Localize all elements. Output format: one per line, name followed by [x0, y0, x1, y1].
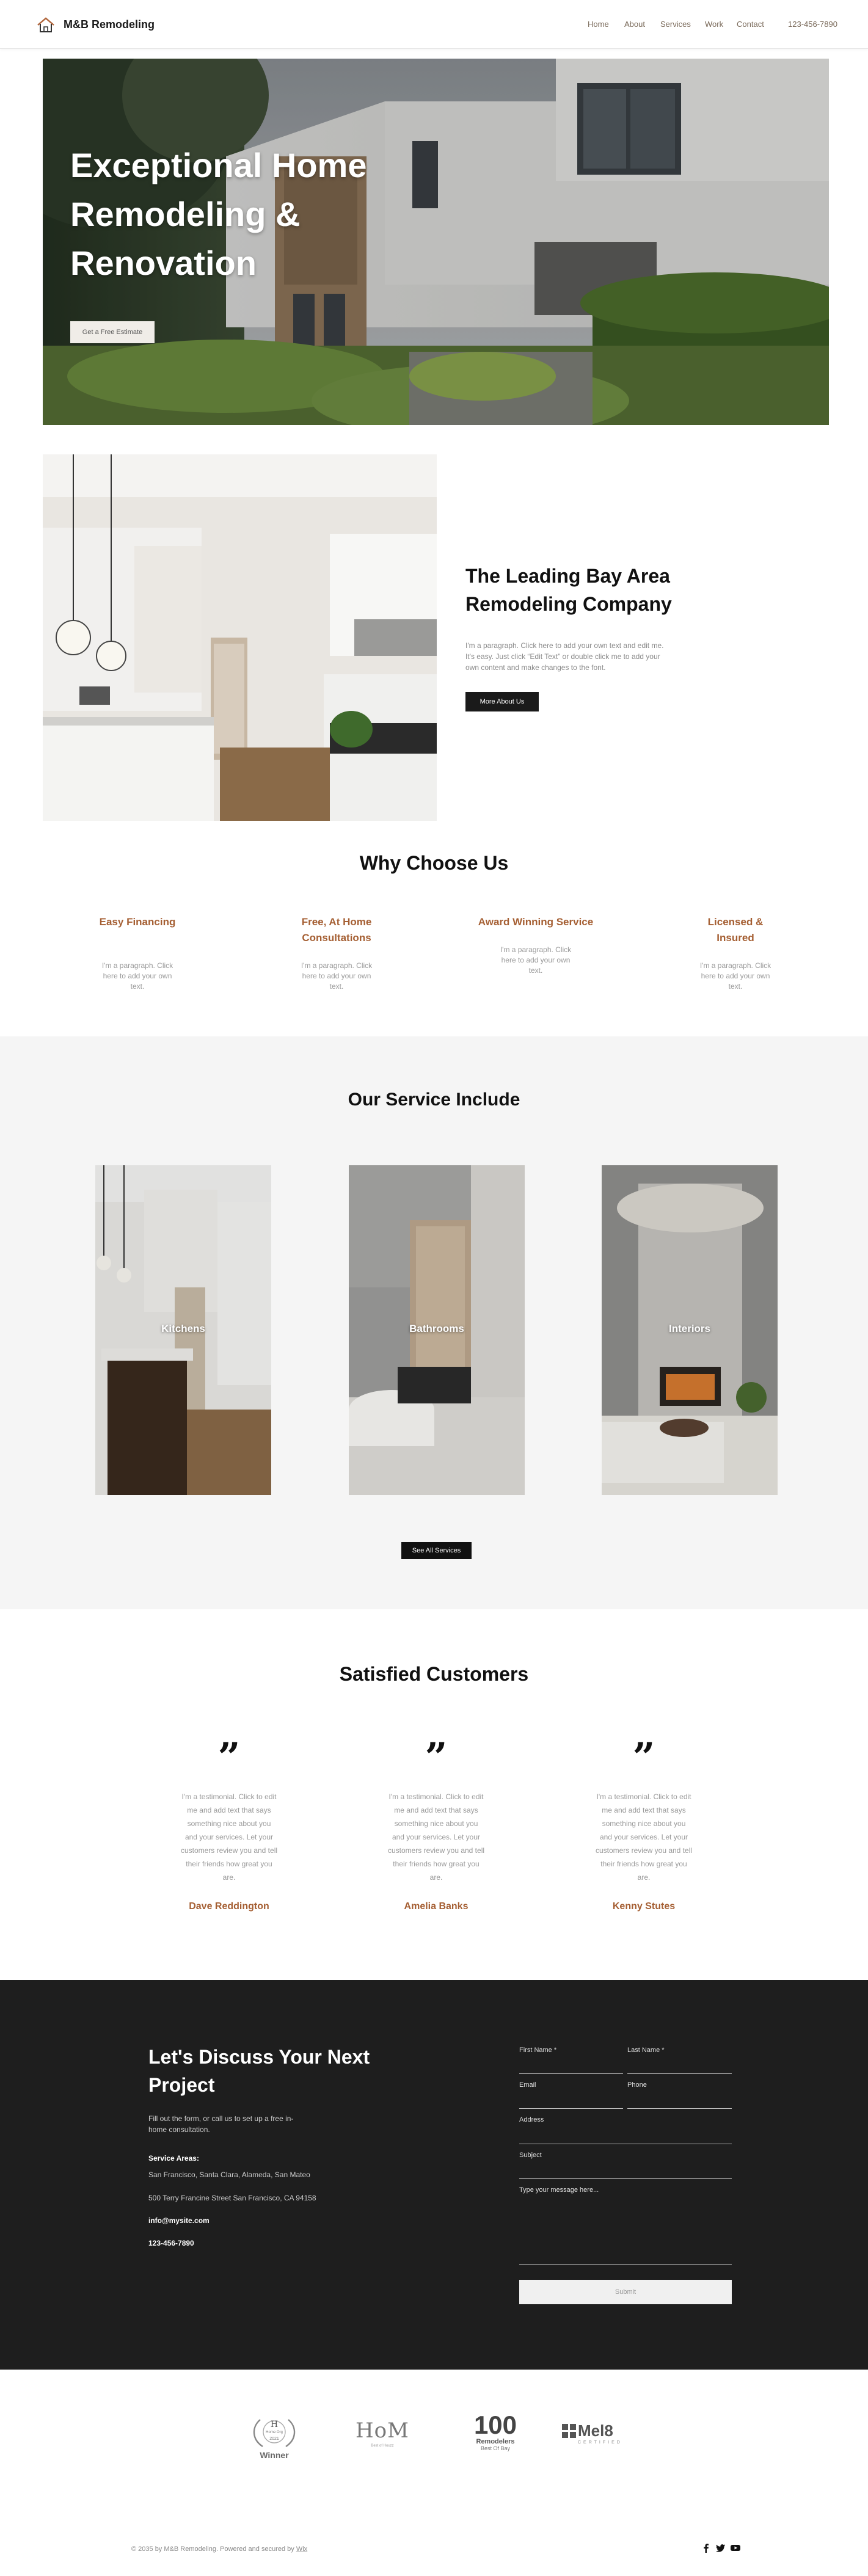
- header-phone[interactable]: 123-456-7890: [788, 20, 837, 29]
- youtube-icon[interactable]: [731, 2543, 740, 2553]
- feature-title: Easy Financing: [99, 916, 176, 928]
- hom-badge: HoM Best of Houzz: [352, 2418, 413, 2455]
- service-areas-label: Service Areas:: [148, 2154, 199, 2163]
- contact-address: 500 Terry Francine Street San Francisco,…: [148, 2194, 316, 2202]
- testimonials-title: Satisfied Customers: [339, 1663, 529, 1685]
- last-name-label: Last Name *: [627, 2047, 665, 2054]
- phone-label: Phone: [627, 2081, 647, 2089]
- feature-title: Licensed & Insured: [707, 916, 764, 944]
- feature-licensed-insured: Licensed & Insured I'm a paragraph. Clic…: [668, 914, 803, 992]
- free-estimate-button[interactable]: Get a Free Estimate: [70, 321, 155, 343]
- mel8-grid-icon: [562, 2424, 576, 2438]
- mel8-badge: Mel8 CERTIFIED: [562, 2422, 630, 2453]
- houzz-winner-badge: H Home Org 2021 Winner: [249, 2415, 299, 2461]
- hero-banner: Exceptional Home Remodeling & Renovation…: [43, 59, 829, 425]
- feature-title: Free, At Home Consultations: [301, 916, 372, 944]
- footer-copyright-text: © 2035 by M&B Remodeling. Powered and se…: [131, 2545, 296, 2553]
- top-100-badge: 100 Remodelers Best Of Bay: [462, 2412, 529, 2456]
- feature-text: I'm a paragraph. Click here to add your …: [500, 945, 572, 975]
- testimonial-text: I'm a testimonial. Click to edit me and …: [595, 1792, 693, 1882]
- badge-mel8-sub: CERTIFIED: [578, 2440, 622, 2445]
- testimonial-name: Kenny Stutes: [612, 1901, 676, 1912]
- footer-copyright: © 2035 by M&B Remodeling. Powered and se…: [131, 2545, 307, 2553]
- testimonial-card: ” I'm a testimonial. Click to edit me an…: [363, 1734, 509, 1912]
- service-card-interiors[interactable]: Interiors: [602, 1165, 778, 1495]
- badge-mel8-text: Mel8: [578, 2421, 613, 2440]
- quote-icon: ”: [632, 1734, 655, 1780]
- nav-about[interactable]: About: [624, 20, 645, 29]
- email-label: Email: [519, 2081, 536, 2089]
- quote-icon: ”: [425, 1734, 448, 1780]
- service-card-kitchens[interactable]: Kitchens: [95, 1165, 271, 1495]
- contact-email[interactable]: info@mysite.com: [148, 2216, 210, 2225]
- message-textarea[interactable]: [519, 2264, 732, 2265]
- contact-phone[interactable]: 123-456-7890: [148, 2239, 194, 2247]
- testimonial-text: I'm a testimonial. Click to edit me and …: [180, 1792, 278, 1882]
- testimonial-name: Dave Reddington: [189, 1901, 269, 1912]
- feature-easy-financing: Easy Financing I'm a paragraph. Click he…: [70, 914, 205, 992]
- contact-section: [0, 1980, 868, 2370]
- subject-label: Subject: [519, 2152, 542, 2159]
- see-all-services-button[interactable]: See All Services: [401, 1542, 472, 1559]
- site-logo-text[interactable]: M&B Remodeling: [64, 18, 155, 31]
- service-label: Bathrooms: [409, 1323, 464, 1334]
- badge-year: 2021: [269, 2437, 279, 2441]
- first-name-input[interactable]: [519, 2073, 623, 2074]
- twitter-icon[interactable]: [716, 2543, 726, 2553]
- badge-100-word: Remodelers: [476, 2438, 515, 2445]
- first-name-label: First Name *: [519, 2047, 557, 2054]
- message-placeholder[interactable]: Type your message here...: [519, 2186, 599, 2194]
- badge-mid: Home Org: [266, 2431, 283, 2434]
- testimonial-text: I'm a testimonial. Click to edit me and …: [387, 1792, 485, 1882]
- hero-title: Exceptional Home Remodeling & Renovation: [70, 146, 367, 282]
- last-name-input[interactable]: [627, 2073, 732, 2074]
- feature-text: I'm a paragraph. Click here to add your …: [699, 961, 771, 991]
- feature-consultations: Free, At Home Consultations I'm a paragr…: [269, 914, 404, 992]
- testimonial-card: ” I'm a testimonial. Click to edit me an…: [571, 1734, 717, 1912]
- badge-hom-text: HoM: [356, 2418, 409, 2443]
- contact-subtitle: Fill out the form, or call us to set up …: [148, 2114, 294, 2134]
- nav-home[interactable]: Home: [588, 20, 609, 29]
- site-header: M&B Remodeling Home About Services Work …: [0, 0, 868, 49]
- submit-button[interactable]: Submit: [519, 2280, 732, 2304]
- house-logo-icon[interactable]: [37, 17, 55, 33]
- service-areas-text: San Francisco, Santa Clara, Alameda, San…: [148, 2170, 310, 2179]
- feature-title: Award Winning Service: [478, 916, 594, 928]
- footer-wix-link[interactable]: Wix: [296, 2545, 307, 2553]
- service-label: Interiors: [668, 1323, 711, 1334]
- nav-contact[interactable]: Contact: [737, 20, 764, 29]
- feature-text: I'm a paragraph. Click here to add your …: [301, 961, 373, 991]
- about-title: The Leading Bay Area Remodeling Company: [465, 565, 672, 615]
- more-about-us-button[interactable]: More About Us: [465, 692, 539, 711]
- phone-input[interactable]: [627, 2108, 732, 2109]
- why-choose-us-title: Why Choose Us: [359, 852, 509, 874]
- feature-award-winning: Award Winning Service I'm a paragraph. C…: [469, 914, 603, 976]
- kitchen-image: [43, 454, 437, 821]
- about-paragraph: I'm a paragraph. Click here to add your …: [465, 641, 664, 672]
- services-title: Our Service Include: [348, 1090, 520, 1110]
- badge-letter: H: [270, 2420, 279, 2429]
- subject-input[interactable]: [519, 2178, 732, 2179]
- address-label: Address: [519, 2116, 544, 2123]
- badge-100-number: 100: [473, 2410, 517, 2439]
- feature-text: I'm a paragraph. Click here to add your …: [101, 961, 173, 991]
- nav-work[interactable]: Work: [705, 20, 723, 29]
- badge-100-sub: Best Of Bay: [480, 2445, 511, 2451]
- quote-icon: ”: [217, 1734, 241, 1780]
- nav-services[interactable]: Services: [660, 20, 691, 29]
- email-input[interactable]: [519, 2108, 623, 2109]
- service-card-bathrooms[interactable]: Bathrooms: [349, 1165, 525, 1495]
- service-label: Kitchens: [161, 1323, 205, 1334]
- badge-hom-sub: Best of Houzz: [371, 2444, 394, 2448]
- badge-winner: Winner: [260, 2450, 289, 2460]
- facebook-icon[interactable]: [701, 2543, 711, 2553]
- testimonial-name: Amelia Banks: [404, 1901, 469, 1912]
- testimonial-card: ” I'm a testimonial. Click to edit me an…: [156, 1734, 302, 1912]
- contact-title: Let's Discuss Your Next Project: [148, 2046, 370, 2096]
